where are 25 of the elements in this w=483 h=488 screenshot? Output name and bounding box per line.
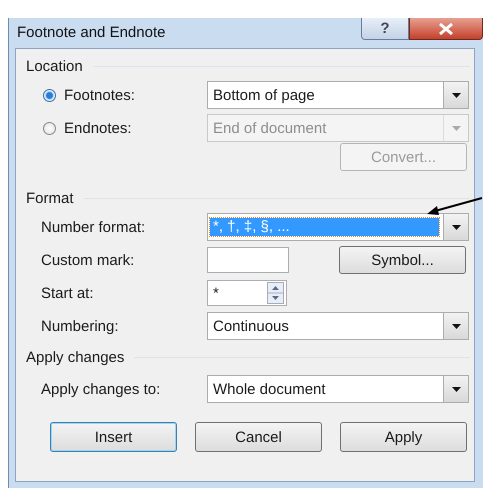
radio-label[interactable]: Footnotes: [64,86,135,104]
dropdown[interactable]: Bottom of page [207,81,469,109]
group-label: Apply changes [26,348,124,366]
field-label: Start at: [41,284,95,302]
group-label: Format [26,190,74,206]
spinner-field[interactable]: * [207,280,287,306]
pointer-arrow [425,196,483,218]
dialog-button[interactable]: Insert [50,422,177,452]
field-label: Custom mark: [41,252,136,268]
field-label: Apply changes to: [41,380,162,398]
help-button[interactable]: ? [361,18,409,40]
symbol-button[interactable]: Symbol... [339,246,466,274]
field-label: Number format: [41,218,146,236]
group-label: Location [26,58,83,74]
input-field[interactable] [207,247,289,273]
dropdown[interactable]: Continuous [207,312,469,340]
field-label: Numbering: [41,318,120,334]
dialog-button[interactable]: Apply [340,422,467,452]
close-icon [438,22,454,34]
radio-button[interactable] [43,88,56,102]
dropdown[interactable]: Whole document [207,375,469,403]
dialog-button[interactable]: Cancel [195,422,322,452]
close-button[interactable] [409,18,483,40]
spinner-arrows-icon[interactable] [267,282,284,304]
window-title: Footnote and Endnote [16,23,166,41]
